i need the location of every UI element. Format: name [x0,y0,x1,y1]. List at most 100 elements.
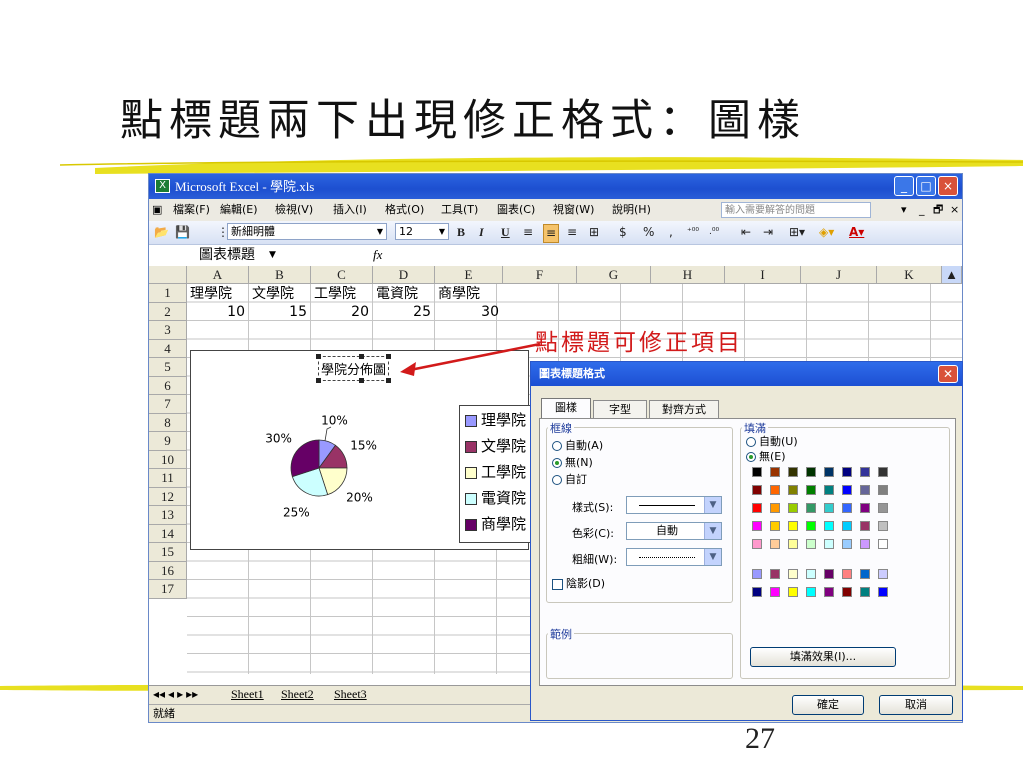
chart-color-swatch[interactable] [806,587,816,597]
chart-color-swatch[interactable] [842,569,852,579]
color-swatch[interactable] [752,539,762,549]
color-swatch[interactable] [752,503,762,513]
color-swatch[interactable] [752,521,762,531]
name-box[interactable]: 圖表標題 ▼ [151,246,311,264]
color-swatch[interactable] [860,467,870,477]
open-folder-icon[interactable]: 📂 [154,224,169,241]
color-swatch[interactable] [824,467,834,477]
column-header-g[interactable]: G [577,266,651,284]
chart-color-swatch[interactable] [878,587,888,597]
row-header[interactable]: 1 [149,284,187,303]
resize-handle[interactable] [316,354,321,359]
cell-b1[interactable]: 文學院 [252,285,294,303]
chart-legend[interactable]: 理學院 文學院 工學院 電資院 商學院 [459,405,539,543]
increase-decimal-button[interactable]: ⁺⁰⁰ [687,224,699,241]
color-swatch[interactable] [788,503,798,513]
color-swatch[interactable] [824,485,834,495]
embedded-chart[interactable]: 10% 15% 20% 25% 30% 學院分佈圖 理學院 文學院 工學院 電資院 商學… [190,350,539,550]
underline-button[interactable]: U [501,224,510,241]
row-header[interactable]: 8 [149,413,187,432]
color-swatch[interactable] [770,467,780,477]
border-style-select[interactable]: ▼ [626,496,722,514]
color-swatch[interactable] [788,539,798,549]
border-none-radio[interactable]: 無(N) [552,454,593,470]
color-swatch[interactable] [842,485,852,495]
title-bar[interactable]: X Microsoft Excel - 學院.xls _ □ × [149,174,962,199]
color-swatch[interactable] [788,485,798,495]
font-color-icon[interactable]: A▾ [849,224,864,241]
color-swatch[interactable] [842,521,852,531]
help-dropdown-icon[interactable]: ▾ [901,199,907,221]
menu-insert[interactable]: 插入(I) [333,199,367,221]
resize-handle[interactable] [359,354,364,359]
resize-handle[interactable] [359,378,364,383]
color-swatch[interactable] [842,503,852,513]
row-header[interactable]: 2 [149,302,187,321]
tab-patterns[interactable]: 圖樣 [541,398,591,419]
column-header-k[interactable]: K [877,266,942,284]
doc-menu-icon[interactable]: ▣ [152,199,162,221]
menu-window[interactable]: 視窗(W) [553,199,594,221]
decrease-decimal-button[interactable]: .⁰⁰ [709,224,719,241]
doc-restore-button[interactable]: 🗗 [933,199,943,221]
color-swatch[interactable] [770,539,780,549]
resize-handle[interactable] [386,378,392,383]
color-swatch[interactable] [824,521,834,531]
cell-e1[interactable]: 商學院 [438,285,480,303]
border-color-select[interactable]: 自動 ▼ [626,522,722,540]
color-swatch[interactable] [806,485,816,495]
chart-color-swatch[interactable] [842,587,852,597]
pie-data-label[interactable]: 20% [346,490,373,504]
fx-icon[interactable]: fx [373,246,382,264]
resize-handle[interactable] [386,354,392,359]
menu-help[interactable]: 說明(H) [612,199,651,221]
tab-alignment[interactable]: 對齊方式 [649,400,719,418]
menu-chart[interactable]: 圖表(C) [497,199,535,221]
color-swatch[interactable] [770,485,780,495]
tab-sheet3[interactable]: Sheet3 [334,686,367,703]
chart-color-swatch[interactable] [770,587,780,597]
decrease-indent-icon[interactable]: ⇤ [741,224,751,241]
color-swatch[interactable] [806,467,816,477]
cell-c1[interactable]: 工學院 [314,285,356,303]
border-auto-radio[interactable]: 自動(A) [552,437,603,453]
color-swatch[interactable] [806,539,816,549]
chart-color-swatch[interactable] [752,569,762,579]
row-header[interactable]: 12 [149,487,187,506]
doc-minimize-button[interactable]: _ [919,199,925,221]
color-swatch[interactable] [752,467,762,477]
chart-color-swatch[interactable] [788,569,798,579]
resize-handle[interactable] [316,378,321,383]
tab-sheet1[interactable]: Sheet1 [231,686,264,703]
color-swatch[interactable] [842,467,852,477]
color-swatch[interactable] [860,521,870,531]
maximize-button[interactable]: □ [916,176,936,196]
row-header[interactable]: 9 [149,432,187,451]
pie-data-label[interactable]: 25% [283,506,310,520]
color-swatch[interactable] [878,521,888,531]
row-header[interactable]: 7 [149,395,187,414]
color-swatch[interactable] [878,467,888,477]
chart-color-swatch[interactable] [860,587,870,597]
chart-color-swatch[interactable] [878,569,888,579]
color-swatch[interactable] [824,539,834,549]
color-swatch[interactable] [788,521,798,531]
color-swatch[interactable] [752,485,762,495]
row-header[interactable]: 17 [149,580,187,599]
chart-color-swatch[interactable] [788,587,798,597]
color-swatch[interactable] [860,503,870,513]
comma-button[interactable]: , [669,224,673,241]
bold-button[interactable]: B [457,224,465,241]
help-question-box[interactable]: 輸入需要解答的問題 [721,202,871,218]
font-size-select[interactable]: 12 ▼ [395,223,449,240]
color-swatch[interactable] [806,521,816,531]
pie-data-label[interactable]: 30% [265,432,292,446]
align-left-icon[interactable]: ≡ [523,224,533,241]
border-custom-radio[interactable]: 自訂 [552,471,587,487]
fill-none-radio[interactable]: 無(E) [746,448,786,464]
fill-auto-radio[interactable]: 自動(U) [746,433,798,449]
percent-button[interactable]: % [643,224,654,241]
italic-button[interactable]: I [479,224,484,241]
minimize-button[interactable]: _ [894,176,914,196]
dialog-close-button[interactable]: ✕ [938,365,958,383]
